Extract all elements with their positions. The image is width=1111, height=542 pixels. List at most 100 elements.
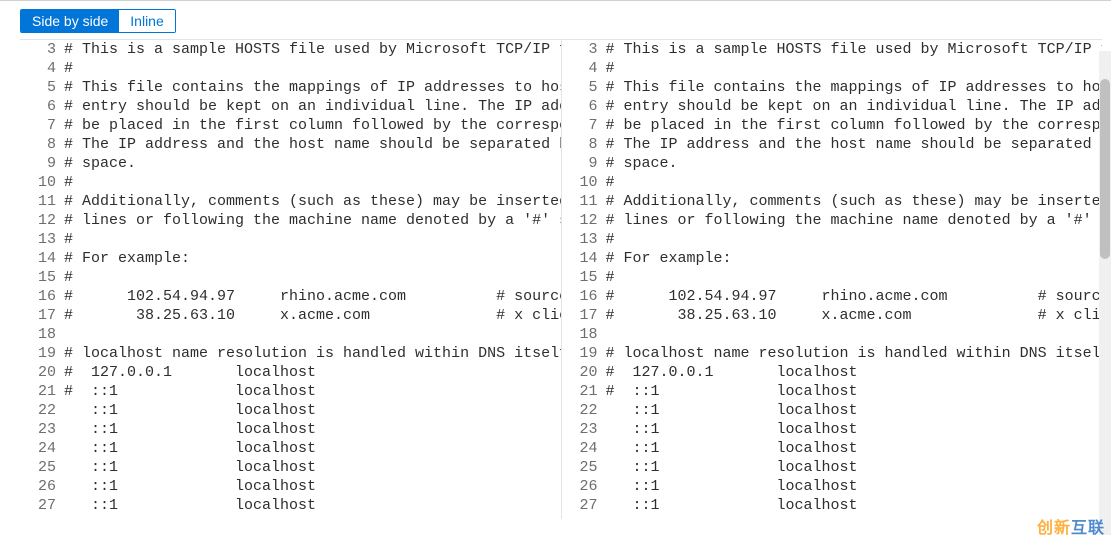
line-number: 19 xyxy=(562,344,606,363)
code-line[interactable]: 14# For example: xyxy=(20,249,561,268)
line-text: # This file contains the mappings of IP … xyxy=(64,78,561,97)
code-line[interactable]: 21# ::1 localhost xyxy=(20,382,561,401)
code-line[interactable]: 6# entry should be kept on an individual… xyxy=(562,97,1103,116)
line-text: # The IP address and the host name shoul… xyxy=(606,135,1103,154)
line-text: # This file contains the mappings of IP … xyxy=(606,78,1103,97)
line-text: # space. xyxy=(64,154,561,173)
watermark-orange: 创新 xyxy=(1037,520,1071,537)
line-text: # 102.54.94.97 rhino.acme.com # source s… xyxy=(64,287,561,306)
code-line[interactable]: 27 ::1 localhost xyxy=(20,496,561,515)
line-number: 17 xyxy=(562,306,606,325)
line-number: 22 xyxy=(562,401,606,420)
code-line[interactable]: 7# be placed in the first column followe… xyxy=(562,116,1103,135)
code-line[interactable]: 9# space. xyxy=(562,154,1103,173)
vertical-scrollbar[interactable] xyxy=(1099,51,1111,535)
line-text: # ::1 localhost xyxy=(64,382,561,401)
line-text: # This is a sample HOSTS file used by Mi… xyxy=(606,40,1103,59)
line-number: 11 xyxy=(562,192,606,211)
code-line[interactable]: 17# 38.25.63.10 x.acme.com # x client ho… xyxy=(562,306,1103,325)
line-text: # entry should be kept on an individual … xyxy=(64,97,561,116)
line-text: # The IP address and the host name shoul… xyxy=(64,135,561,154)
line-text: # xyxy=(64,59,561,78)
line-text: ::1 localhost xyxy=(64,420,561,439)
line-number: 17 xyxy=(20,306,64,325)
code-line[interactable]: 24 ::1 localhost xyxy=(562,439,1103,458)
line-text: # space. xyxy=(606,154,1103,173)
line-text: ::1 localhost xyxy=(606,420,1103,439)
code-line[interactable]: 8# The IP address and the host name shou… xyxy=(562,135,1103,154)
line-text: # This is a sample HOSTS file used by Mi… xyxy=(64,40,561,59)
code-line[interactable]: 23 ::1 localhost xyxy=(562,420,1103,439)
line-text: ::1 localhost xyxy=(64,477,561,496)
line-text: # 38.25.63.10 x.acme.com # x client hos xyxy=(64,306,561,325)
right-pane[interactable]: 3# This is a sample HOSTS file used by M… xyxy=(562,40,1103,519)
code-line[interactable]: 7# be placed in the first column followe… xyxy=(20,116,561,135)
code-line[interactable]: 16# 102.54.94.97 rhino.acme.com # source… xyxy=(562,287,1103,306)
code-line[interactable]: 15# xyxy=(562,268,1103,287)
line-text: # be placed in the first column followed… xyxy=(606,116,1103,135)
code-line[interactable]: 26 ::1 localhost xyxy=(562,477,1103,496)
code-line[interactable]: 9# space. xyxy=(20,154,561,173)
code-line[interactable]: 6# entry should be kept on an individual… xyxy=(20,97,561,116)
code-line[interactable]: 18 xyxy=(562,325,1103,344)
line-number: 3 xyxy=(562,40,606,59)
code-line[interactable]: 12# lines or following the machine name … xyxy=(20,211,561,230)
line-text: # xyxy=(64,230,561,249)
code-line[interactable]: 19# localhost name resolution is handled… xyxy=(20,344,561,363)
line-number: 10 xyxy=(20,173,64,192)
line-number: 13 xyxy=(562,230,606,249)
line-text: # Additionally, comments (such as these)… xyxy=(64,192,561,211)
line-text: # 38.25.63.10 x.acme.com # x client hos xyxy=(606,306,1103,325)
code-line[interactable]: 24 ::1 localhost xyxy=(20,439,561,458)
line-text: # xyxy=(606,173,1103,192)
code-line[interactable]: 5# This file contains the mappings of IP… xyxy=(562,78,1103,97)
line-text: # entry should be kept on an individual … xyxy=(606,97,1103,116)
code-line[interactable]: 4# xyxy=(562,59,1103,78)
line-text: # 127.0.0.1 localhost xyxy=(606,363,1103,382)
code-line[interactable]: 11# Additionally, comments (such as thes… xyxy=(20,192,561,211)
code-line[interactable]: 26 ::1 localhost xyxy=(20,477,561,496)
line-number: 26 xyxy=(20,477,64,496)
code-line[interactable]: 10# xyxy=(20,173,561,192)
scrollbar-thumb[interactable] xyxy=(1100,79,1110,259)
side-by-side-tab[interactable]: Side by side xyxy=(21,10,119,32)
code-line[interactable]: 19# localhost name resolution is handled… xyxy=(562,344,1103,363)
code-line[interactable]: 20# 127.0.0.1 localhost xyxy=(20,363,561,382)
code-line[interactable]: 22 ::1 localhost xyxy=(562,401,1103,420)
code-line[interactable]: 15# xyxy=(20,268,561,287)
code-line[interactable]: 12# lines or following the machine name … xyxy=(562,211,1103,230)
code-line[interactable]: 11# Additionally, comments (such as thes… xyxy=(562,192,1103,211)
diff-panes: 3# This is a sample HOSTS file used by M… xyxy=(20,39,1102,519)
line-text: # 127.0.0.1 localhost xyxy=(64,363,561,382)
code-line[interactable]: 16# 102.54.94.97 rhino.acme.com # source… xyxy=(20,287,561,306)
code-line[interactable]: 3# This is a sample HOSTS file used by M… xyxy=(20,40,561,59)
line-text: ::1 localhost xyxy=(64,458,561,477)
code-line[interactable]: 10# xyxy=(562,173,1103,192)
line-number: 18 xyxy=(20,325,64,344)
line-text: ::1 localhost xyxy=(606,477,1103,496)
line-number: 11 xyxy=(20,192,64,211)
code-line[interactable]: 13# xyxy=(562,230,1103,249)
line-number: 4 xyxy=(20,59,64,78)
line-number: 27 xyxy=(20,496,64,515)
left-pane[interactable]: 3# This is a sample HOSTS file used by M… xyxy=(20,40,562,519)
code-line[interactable]: 8# The IP address and the host name shou… xyxy=(20,135,561,154)
code-line[interactable]: 20# 127.0.0.1 localhost xyxy=(562,363,1103,382)
code-line[interactable]: 25 ::1 localhost xyxy=(20,458,561,477)
code-line[interactable]: 3# This is a sample HOSTS file used by M… xyxy=(562,40,1103,59)
code-line[interactable]: 14# For example: xyxy=(562,249,1103,268)
code-line[interactable]: 5# This file contains the mappings of IP… xyxy=(20,78,561,97)
code-line[interactable]: 25 ::1 localhost xyxy=(562,458,1103,477)
inline-tab[interactable]: Inline xyxy=(119,10,174,32)
code-line[interactable]: 23 ::1 localhost xyxy=(20,420,561,439)
code-line[interactable]: 17# 38.25.63.10 x.acme.com # x client ho… xyxy=(20,306,561,325)
code-line[interactable]: 21# ::1 localhost xyxy=(562,382,1103,401)
code-line[interactable]: 13# xyxy=(20,230,561,249)
code-line[interactable]: 22 ::1 localhost xyxy=(20,401,561,420)
code-line[interactable]: 18 xyxy=(20,325,561,344)
code-line[interactable]: 27 ::1 localhost xyxy=(562,496,1103,515)
line-number: 16 xyxy=(20,287,64,306)
code-line[interactable]: 4# xyxy=(20,59,561,78)
line-number: 6 xyxy=(20,97,64,116)
line-text xyxy=(606,325,1103,344)
